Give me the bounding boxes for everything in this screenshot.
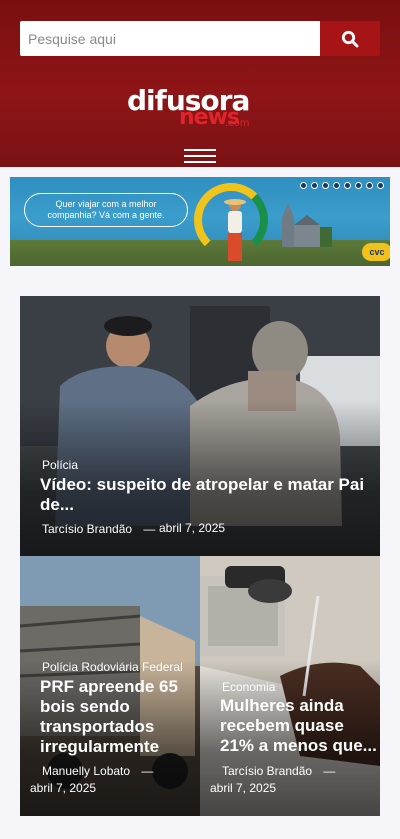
search-input[interactable]: [20, 21, 320, 56]
banner-slogan-text: Quer viajar com a melhor companhia? Vá c…: [47, 199, 165, 220]
article-card[interactable]: Polícia Rodoviária Federal PRF apreende …: [20, 556, 200, 816]
banner-icon-row: [300, 182, 386, 192]
article-date: abril 7, 2025: [210, 781, 277, 795]
article-title[interactable]: Mulheres ainda recebem quase 21% a menos…: [220, 696, 380, 756]
article-title[interactable]: PRF apreende 65 bois sendo transportados…: [40, 677, 195, 757]
article-author[interactable]: Tarcísio Brandão —: [42, 522, 155, 536]
banner-slogan: Quer viajar com a melhor companhia? Vá c…: [24, 193, 188, 227]
article-card-featured[interactable]: Polícia Vídeo: suspeito de atropelar e m…: [20, 296, 380, 556]
article-category[interactable]: Polícia: [42, 458, 78, 472]
author-name[interactable]: Tarcísio Brandão: [222, 764, 312, 778]
site-header: difusora news .com: [0, 0, 400, 167]
article-category[interactable]: Economia: [222, 680, 275, 694]
article-author[interactable]: Tarcísio Brandão —: [222, 764, 335, 778]
meta-separator: —: [143, 522, 156, 536]
logo-text-suffix: .com: [225, 118, 250, 129]
church-illustration: [282, 203, 332, 247]
ad-banner[interactable]: Quer viajar com a melhor companhia? Vá c…: [10, 177, 390, 266]
article-category[interactable]: Polícia Rodoviária Federal: [42, 660, 183, 674]
article-author[interactable]: Manuelly Lobato —: [42, 764, 153, 778]
cvc-logo: cvc: [362, 243, 390, 261]
search-icon: [341, 30, 359, 47]
search-button[interactable]: [320, 21, 380, 56]
author-name[interactable]: Manuelly Lobato: [42, 764, 130, 778]
article-title[interactable]: Vídeo: suspeito de atropelar e matar Pai…: [40, 475, 370, 515]
article-date: abril 7, 2025: [159, 521, 226, 535]
meta-separator: —: [141, 764, 154, 778]
search-field[interactable]: [20, 21, 320, 56]
banner-ground: [10, 240, 390, 266]
site-logo[interactable]: difusora news .com: [127, 86, 277, 134]
hamburger-menu-icon[interactable]: [184, 149, 216, 165]
author-name[interactable]: Tarcísio Brandão: [42, 522, 132, 536]
meta-separator: —: [323, 764, 336, 778]
traveler-illustration: [224, 199, 246, 261]
article-date: abril 7, 2025: [30, 781, 97, 795]
article-card[interactable]: Economia Mulheres ainda recebem quase 21…: [200, 556, 380, 816]
